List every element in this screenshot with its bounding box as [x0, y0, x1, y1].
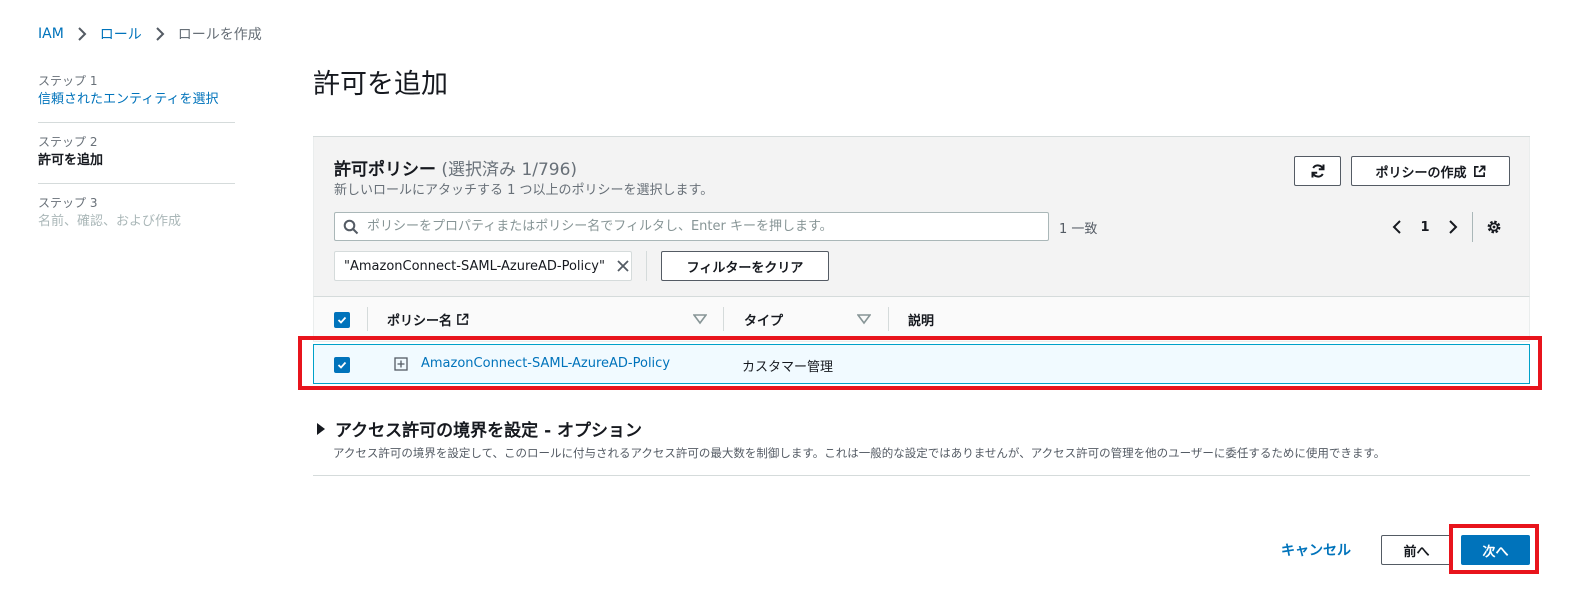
filter-token-text: "AmazonConnect-SAML-AzureAD-Policy" — [344, 258, 605, 274]
column-divider — [888, 307, 889, 331]
breadcrumb: IAM ロール ロールを作成 — [38, 24, 262, 44]
step-number: ステップ 3 — [38, 196, 98, 210]
column-policy-name[interactable]: ポリシー名 — [387, 297, 469, 341]
step-1: ステップ 1 信頼されたエンティティを選択 — [38, 70, 235, 122]
column-divider — [367, 307, 368, 331]
divider — [646, 251, 647, 281]
cancel-button[interactable]: キャンセル — [1281, 540, 1351, 560]
step-number: ステップ 1 — [38, 74, 98, 88]
step-2: ステップ 2 許可を追加 — [38, 122, 235, 183]
policies-header: 許可ポリシー (選択済み 1/796) 新しいロールにアタッチする 1 つ以上の… — [313, 137, 1530, 296]
permissions-boundary-section: アクセス許可の境界を設定 - オプション アクセス許可の境界を設定して、このロー… — [313, 416, 1530, 461]
highlight-box-next-button — [1449, 524, 1539, 574]
clear-filters-button[interactable]: フィルターをクリア — [661, 251, 829, 281]
step-disabled-name-review-create: 名前、確認、および作成 — [38, 214, 182, 229]
step-current-add-permissions: 許可を追加 — [38, 153, 104, 168]
breadcrumb-roles[interactable]: ロール — [100, 24, 142, 44]
create-policy-label: ポリシーの作成 — [1375, 165, 1467, 181]
select-all-checkbox[interactable] — [334, 312, 350, 328]
create-policy-button[interactable]: ポリシーの作成 — [1351, 156, 1510, 186]
divider — [1472, 212, 1473, 242]
match-count: 1 一致 — [1059, 222, 1098, 237]
policies-selected-count: (選択済み 1/796) — [441, 160, 578, 180]
step-3: ステップ 3 名前、確認、および作成 — [38, 183, 235, 244]
permissions-boundary-title: アクセス許可の境界を設定 - オプション — [335, 421, 643, 441]
policies-title: 許可ポリシー (選択済み 1/796) — [334, 155, 577, 180]
chevron-right-icon — [1449, 220, 1458, 234]
external-link-icon — [457, 313, 469, 325]
preferences-button[interactable] — [1483, 216, 1505, 238]
page-title: 許可を追加 — [313, 69, 448, 100]
caret-right-icon — [317, 422, 325, 435]
policies-description: 新しいロールにアタッチする 1 つ以上のポリシーを選択します。 — [334, 183, 714, 198]
highlight-box-selected-row — [298, 336, 1542, 390]
sort-down-icon[interactable] — [693, 313, 707, 325]
refresh-button[interactable] — [1294, 156, 1341, 186]
column-divider — [723, 307, 724, 331]
column-policy-name-label: ポリシー名 — [387, 313, 453, 329]
column-description: 説明 — [908, 313, 935, 329]
policy-search-input[interactable] — [365, 218, 1048, 235]
search-icon — [343, 219, 359, 234]
refresh-icon — [1311, 164, 1324, 178]
policy-search-field[interactable] — [334, 212, 1049, 241]
breadcrumb-create-role: ロールを作成 — [177, 27, 262, 43]
step-number: ステップ 2 — [38, 135, 98, 149]
step-link-select-trusted-entity[interactable]: 信頼されたエンティティを選択 — [38, 90, 235, 110]
external-link-icon — [1473, 165, 1485, 177]
breadcrumb-iam[interactable]: IAM — [38, 26, 64, 42]
previous-page-button[interactable] — [1384, 214, 1410, 240]
divider — [313, 475, 1530, 476]
policies-title-text: 許可ポリシー — [334, 160, 436, 180]
chevron-left-icon — [1392, 220, 1401, 234]
previous-button[interactable]: 前へ — [1381, 535, 1452, 565]
checkmark-icon — [337, 316, 347, 324]
column-type[interactable]: タイプ — [744, 297, 783, 341]
permissions-boundary-toggle[interactable]: アクセス許可の境界を設定 - オプション — [313, 416, 1530, 441]
sort-down-icon[interactable] — [857, 313, 871, 325]
wizard-steps: ステップ 1 信頼されたエンティティを選択 ステップ 2 許可を追加 ステップ … — [38, 70, 235, 244]
chevron-right-icon — [150, 24, 170, 44]
gear-icon — [1487, 220, 1501, 234]
page-number[interactable]: 1 — [1410, 220, 1440, 235]
filter-token: "AmazonConnect-SAML-AzureAD-Policy" — [334, 251, 632, 281]
close-icon[interactable] — [615, 258, 631, 274]
permissions-boundary-description: アクセス許可の境界を設定して、このロールに付与されるアクセス許可の最大数を制御し… — [333, 446, 1386, 460]
next-page-button[interactable] — [1440, 214, 1466, 240]
pagination: 1 — [1384, 212, 1505, 242]
chevron-right-icon — [72, 24, 92, 44]
